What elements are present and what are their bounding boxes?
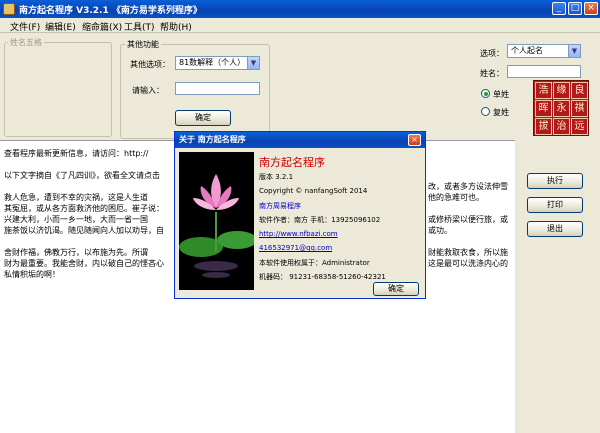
- seal-char: 永: [553, 100, 570, 117]
- other-option-value: 81数解释（个人）: [179, 58, 246, 67]
- text-line: 财为最重要。我能舍财，内以破自己的悭吝心: [4, 259, 164, 268]
- menu-tools[interactable]: 工具(T): [124, 20, 155, 33]
- dialog-machine-code: 机器码： 91231-68358-51260-42321: [259, 273, 386, 281]
- dialog-titlebar[interactable]: 关于 南方起名程序 ×: [175, 132, 425, 148]
- lotus-image: [179, 152, 254, 290]
- other-option-select[interactable]: 81数解释（个人） ▼: [175, 56, 260, 70]
- radio-double-surname[interactable]: [481, 107, 490, 116]
- print-button[interactable]: 打印: [527, 197, 583, 213]
- menu-help[interactable]: 帮助(H): [160, 20, 192, 33]
- surname-label: 姓名：: [480, 69, 504, 78]
- dialog-author: 软件作者：南方 手机：13925096102: [259, 216, 381, 224]
- seal-char: 良: [571, 82, 588, 99]
- menu-file[interactable]: 文件(F): [10, 20, 40, 33]
- chevron-down-icon[interactable]: ▼: [568, 45, 580, 57]
- right-option-select[interactable]: 个人起名 ▼: [507, 44, 581, 58]
- text-line: 救人危急，遭到不幸的灾祸，这是人生道: [4, 193, 148, 202]
- text-line-right: 财能救取衣食，所以施: [428, 248, 508, 257]
- seal-char: 拔: [535, 118, 552, 135]
- seal-char: 浩: [535, 82, 552, 99]
- menu-edit[interactable]: 编辑(E): [45, 20, 76, 33]
- right-option-value: 个人起名: [511, 46, 543, 55]
- name-seal-image: 浩 缘 良 晖 永 祺 拔 治 远: [533, 80, 589, 136]
- dialog-copyright: Copyright © nanfangSoft 2014: [259, 187, 368, 195]
- other-functions-title: 其他功能: [125, 39, 161, 50]
- seal-char: 远: [571, 118, 588, 135]
- seal-char: 祺: [571, 100, 588, 117]
- dialog-email-link[interactable]: 416532971@qq.com: [259, 244, 332, 252]
- text-line-right: 他的急难可也。: [428, 193, 484, 202]
- text-line-right: 或修桥梁以便行旅，或: [428, 215, 508, 224]
- menu-fate[interactable]: 缩命篇(X): [82, 20, 122, 33]
- dialog-title: 关于 南方起名程序: [179, 135, 246, 144]
- right-option-label: 选项：: [480, 49, 504, 58]
- minimize-button[interactable]: _: [552, 2, 566, 15]
- text-line: 其冤屈，或从各方面救济他的困厄。崔子说：: [4, 204, 164, 213]
- text-line: 施茶饭以济饥渴。随见随闻向人加以劝导，自: [4, 226, 164, 235]
- execute-button[interactable]: 执行: [527, 173, 583, 189]
- text-line: 舍财作福，佛教万行，以布施为先。所谓: [4, 248, 148, 257]
- text-line: 以下文字摘自《了凡四训》，欲看全文请点击: [4, 171, 160, 180]
- name-grid-group: [4, 42, 112, 137]
- text-line-right: 改，或者多方设法伸雪: [428, 182, 508, 191]
- seal-char: 治: [553, 118, 570, 135]
- dialog-licensee: 本软件使用权属于：Administrator: [259, 259, 370, 267]
- dialog-website-link[interactable]: http://www.nfbazi.com: [259, 230, 338, 238]
- other-confirm-button[interactable]: 确定: [175, 110, 231, 126]
- lotus-icon: [179, 152, 254, 290]
- text-line-right: 这是最可以洗涤内心的: [428, 259, 508, 268]
- dialog-app-name: 南方起名程序: [259, 156, 325, 169]
- window-title: 南方起名程序 V3.2.1 《南方易学系列程序》: [19, 6, 202, 16]
- chevron-down-icon[interactable]: ▼: [247, 57, 259, 69]
- dialog-ok-button[interactable]: 确定: [373, 282, 419, 296]
- maximize-button[interactable]: □: [568, 2, 582, 15]
- other-option-label: 其他选项：: [130, 60, 170, 69]
- text-line: 查看程序最新更新信息，请访问：http://: [4, 149, 149, 158]
- text-line-right: 或功。: [428, 226, 452, 235]
- seal-char: 缘: [553, 82, 570, 99]
- input-label: 请输入：: [132, 86, 164, 95]
- name-grid-group-title: 姓名五格: [8, 37, 44, 48]
- other-input-field[interactable]: [175, 82, 260, 95]
- about-dialog: 关于 南方起名程序 × 南方起名程序 版本 3.2.1 Copyright © …: [174, 131, 426, 299]
- exit-button[interactable]: 退出: [527, 221, 583, 237]
- radio-double-label: 复姓: [493, 108, 509, 117]
- dialog-company: 南方周易程序: [259, 202, 301, 210]
- dialog-close-button[interactable]: ×: [408, 134, 421, 146]
- window-titlebar[interactable]: 南方起名程序 V3.2.1 《南方易学系列程序》 _ □ ×: [0, 0, 600, 18]
- close-button[interactable]: ×: [584, 2, 598, 15]
- text-line: 兴建大利，小而一乡一地，大而一省一国: [4, 215, 148, 224]
- dialog-version: 版本 3.2.1: [259, 173, 294, 181]
- seal-char: 晖: [535, 100, 552, 117]
- surname-field[interactable]: [507, 65, 581, 78]
- text-line: 私情积垢的啊！: [4, 270, 60, 279]
- radio-single-surname[interactable]: [481, 89, 490, 98]
- app-icon: [3, 3, 15, 15]
- radio-single-label: 单姓: [493, 90, 509, 99]
